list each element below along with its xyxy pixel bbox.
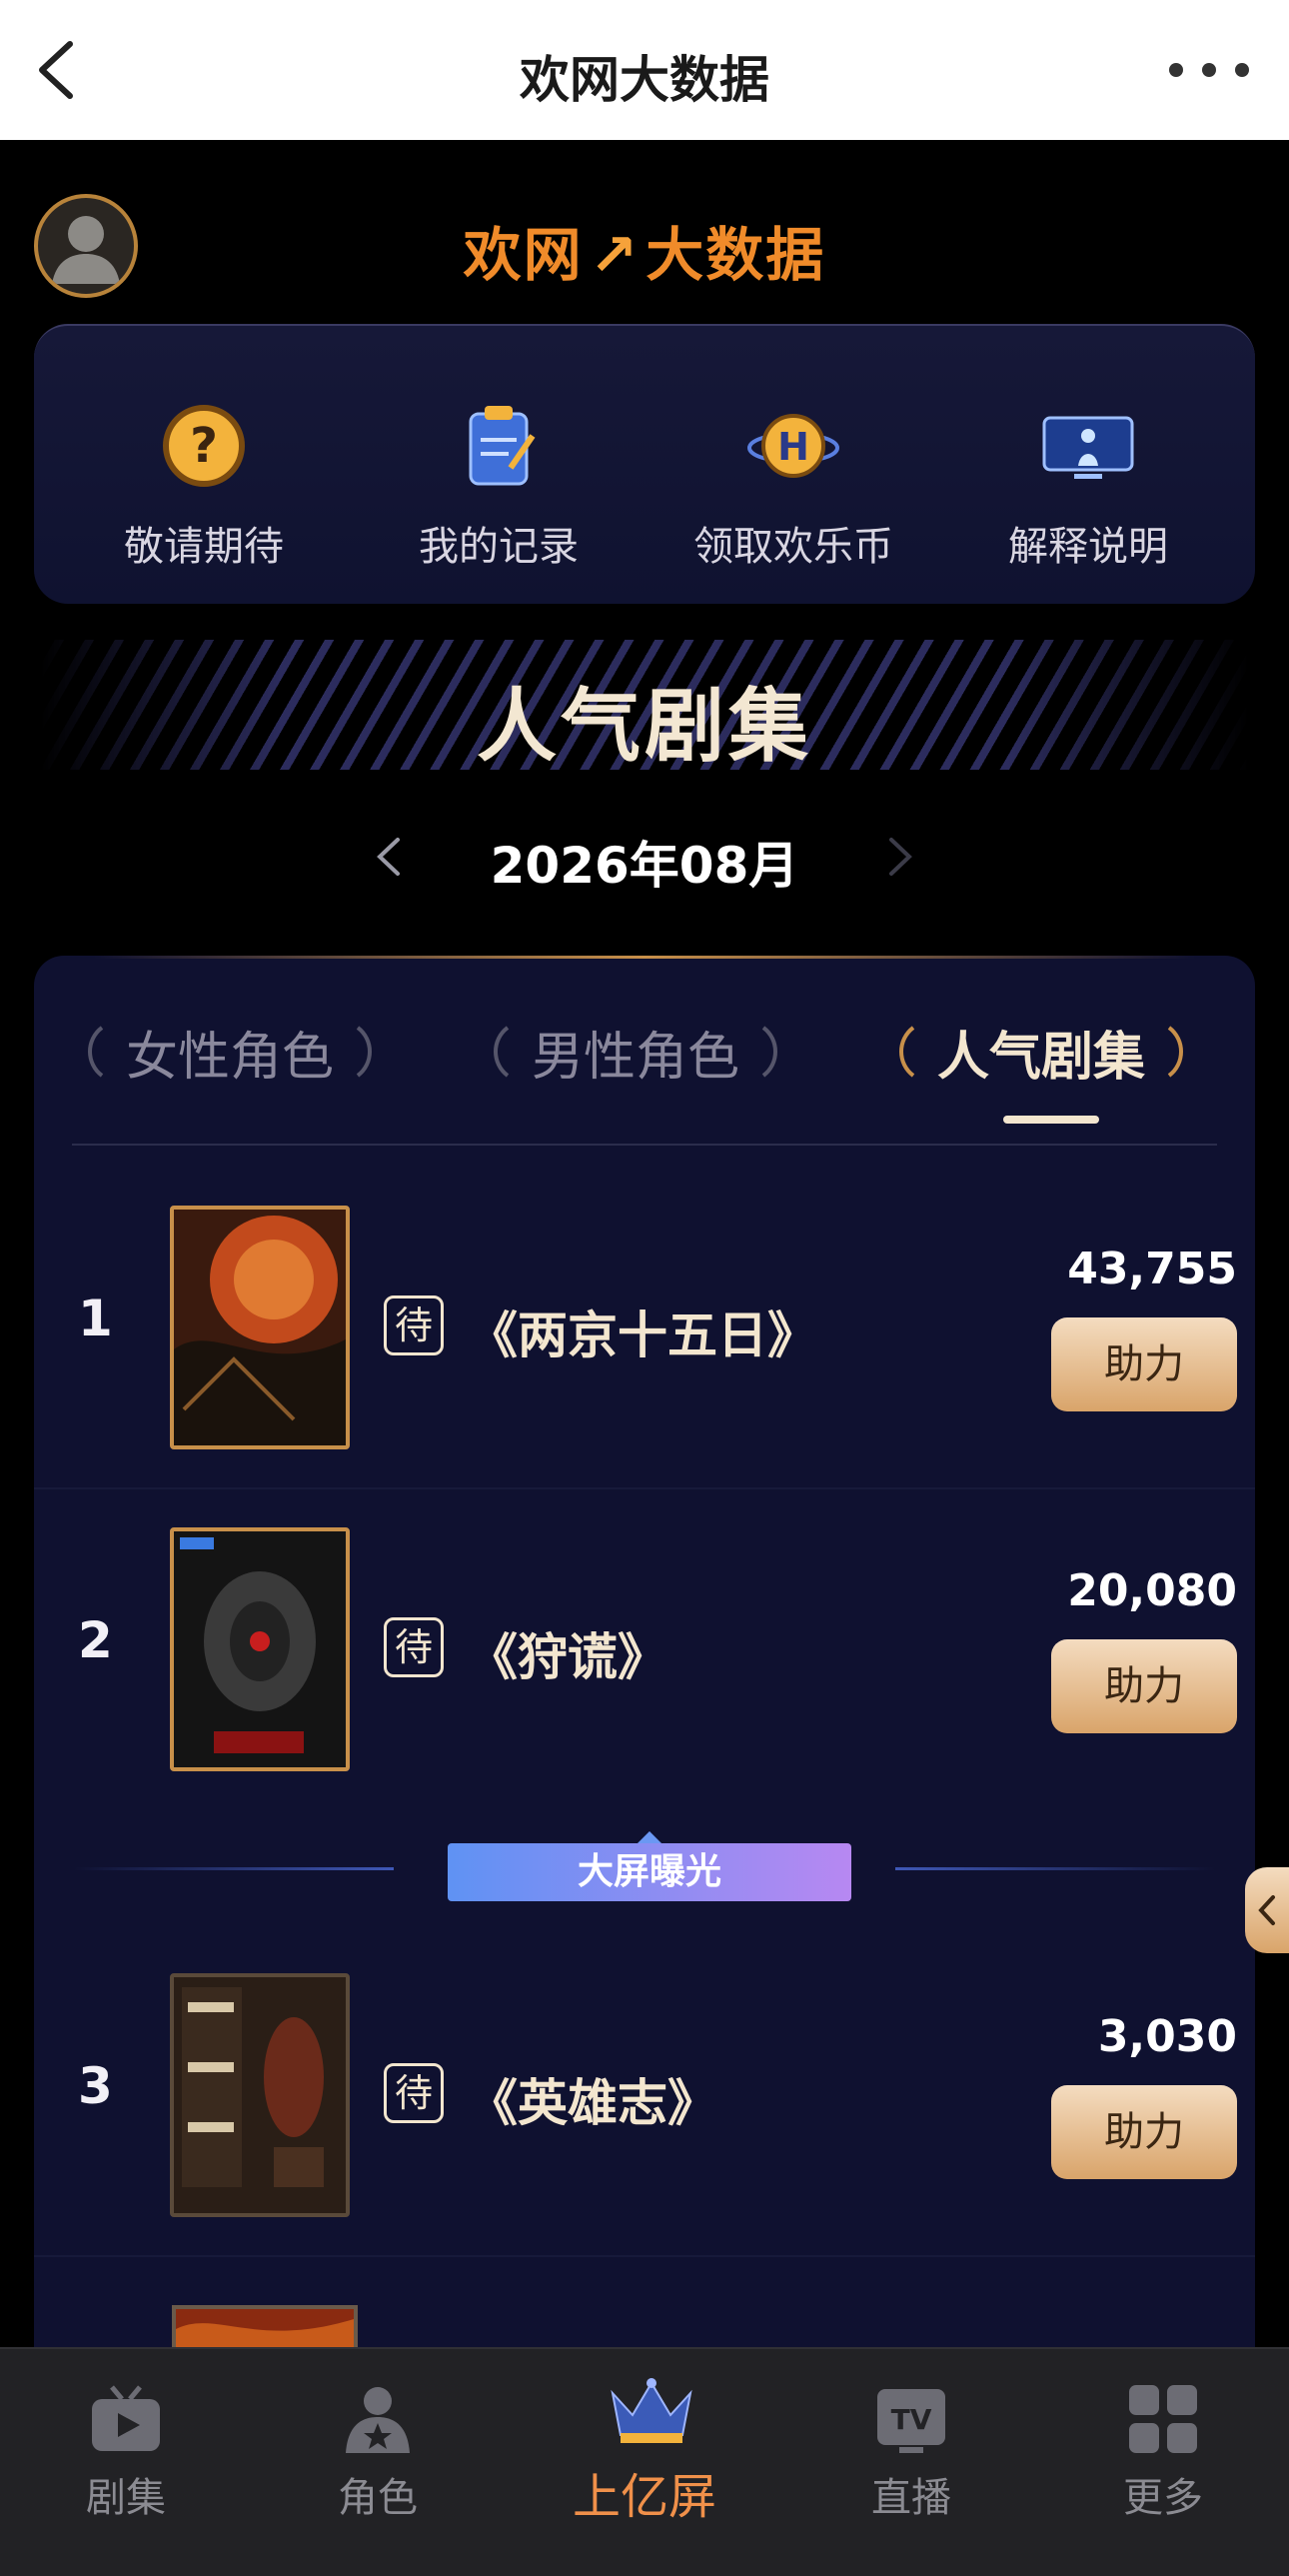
nav-roles[interactable]: 角色	[298, 2383, 458, 2523]
laurel-left-icon	[494, 1026, 510, 1078]
laurel-right-icon	[761, 1026, 778, 1078]
category-tabs: 女性角色 男性角色 人气剧集	[34, 956, 1255, 1146]
tab-label: 女性角色	[126, 1027, 335, 1088]
rank-number: 3	[78, 2057, 113, 2115]
tab-label: 男性角色	[532, 1027, 740, 1088]
svg-text:TV: TV	[891, 2403, 932, 2436]
divider-line-left	[74, 1867, 394, 1870]
boost-button[interactable]: 助力	[1051, 1639, 1237, 1733]
svg-text:H: H	[777, 425, 809, 469]
poster-image[interactable]	[170, 1973, 350, 2217]
status-badge: 待	[384, 1295, 444, 1355]
poster-image[interactable]	[170, 1527, 350, 1771]
clipboard-icon	[449, 396, 549, 496]
series-title[interactable]: 《狩谎》	[468, 1617, 667, 1689]
tabs-divider	[72, 1144, 1217, 1146]
tab-male-roles[interactable]: 男性角色	[486, 1012, 785, 1092]
nav-series[interactable]: 剧集	[46, 2383, 206, 2523]
coin-icon: H	[743, 396, 843, 496]
nav-live[interactable]: TV 直播	[831, 2383, 991, 2523]
quick-action-my-records[interactable]: 我的记录	[369, 396, 629, 572]
ranking-panel: 女性角色 男性角色 人气剧集 1 待 《两京十五日》 43,755 助力 2 待…	[34, 956, 1255, 2575]
list-item[interactable]: 2 待 《狩谎》 20,080 助力	[34, 1491, 1255, 1811]
brand-logo: 欢网 ↗ 大数据	[0, 208, 1289, 292]
next-month-icon[interactable]	[879, 832, 919, 882]
nav-billion-screens[interactable]: 上亿屏	[565, 2375, 724, 2527]
boost-button[interactable]: 助力	[1051, 1317, 1237, 1411]
tab-popular-series[interactable]: 人气剧集	[891, 1012, 1191, 1092]
list-item[interactable]: 1 待 《两京十五日》 43,755 助力	[34, 1170, 1255, 1489]
quick-action-label: 我的记录	[419, 524, 579, 570]
grid-icon	[1125, 2383, 1201, 2455]
big-screen-exposure-divider: 大屏曝光	[34, 1827, 1255, 1907]
laurel-left-icon	[88, 1026, 104, 1078]
quick-action-explanation[interactable]: 解释说明	[958, 396, 1218, 572]
nav-more[interactable]: 更多	[1083, 2383, 1243, 2523]
quick-action-claim-coins[interactable]: H 领取欢乐币	[663, 396, 923, 572]
status-badge: 待	[384, 1617, 444, 1677]
boost-button[interactable]: 助力	[1051, 2085, 1237, 2179]
quick-action-label: 解释说明	[1008, 524, 1168, 570]
score-value: 3,030	[1097, 2011, 1237, 2062]
nav-label: 剧集	[86, 2475, 166, 2521]
rank-number: 2	[78, 1611, 113, 1669]
nav-label: 角色	[338, 2475, 418, 2521]
score-value: 20,080	[1067, 1565, 1237, 1616]
more-options-icon[interactable]	[1169, 58, 1249, 82]
section-title: 人气剧集	[477, 680, 812, 773]
app-header: 欢网大数据	[0, 0, 1289, 140]
score-value: 43,755	[1067, 1244, 1237, 1294]
quick-action-label: 领取欢乐币	[693, 524, 893, 570]
divider-line-right	[895, 1867, 1215, 1870]
quick-action-coming-soon[interactable]: ? 敬请期待	[74, 396, 334, 572]
nav-label: 上亿屏	[572, 2469, 716, 2525]
series-title[interactable]: 《两京十五日》	[468, 1295, 817, 1367]
bottom-navigation: 剧集 角色 上亿屏 TV 直播 更多	[0, 2347, 1289, 2576]
active-tab-indicator	[1003, 1116, 1099, 1124]
tab-female-roles[interactable]: 女性角色	[80, 1012, 380, 1092]
section-header: 人气剧集	[40, 640, 1249, 773]
brand-left: 欢网	[463, 221, 584, 289]
laurel-left-icon	[899, 1026, 915, 1078]
page-title: 欢网大数据	[520, 51, 769, 109]
month-label: 2026年08月	[490, 837, 799, 895]
quick-actions-panel: ? 敬请期待 我的记录 H 领取欢乐币 解释说明	[34, 324, 1255, 604]
tv-screen-icon	[1038, 396, 1138, 496]
person-star-icon	[340, 2383, 416, 2455]
question-icon: ?	[154, 396, 254, 496]
crown-icon	[607, 2375, 692, 2447]
status-badge: 待	[384, 2063, 444, 2123]
laurel-right-icon	[1167, 1026, 1184, 1078]
series-title[interactable]: 《英雄志》	[468, 2063, 717, 2135]
poster-image[interactable]	[170, 1206, 350, 1449]
nav-label: 直播	[871, 2475, 951, 2521]
up-triangle-icon	[638, 1831, 661, 1843]
svg-text:?: ?	[190, 418, 218, 474]
tv-icon	[88, 2383, 164, 2455]
quick-action-label: 敬请期待	[124, 524, 284, 570]
brand-slash-icon: ↗	[589, 221, 641, 289]
tv-live-icon: TV	[873, 2383, 949, 2455]
side-drawer-handle[interactable]	[1245, 1867, 1289, 1953]
nav-label: 更多	[1123, 2475, 1203, 2521]
brand-right: 大数据	[645, 221, 826, 289]
rank-number: 1	[78, 1289, 113, 1347]
list-item[interactable]: 3 待 《英雄志》 3,030 助力	[34, 1937, 1255, 2257]
tab-label: 人气剧集	[937, 1027, 1146, 1088]
big-screen-exposure-label: 大屏曝光	[448, 1843, 851, 1901]
laurel-right-icon	[356, 1026, 373, 1078]
